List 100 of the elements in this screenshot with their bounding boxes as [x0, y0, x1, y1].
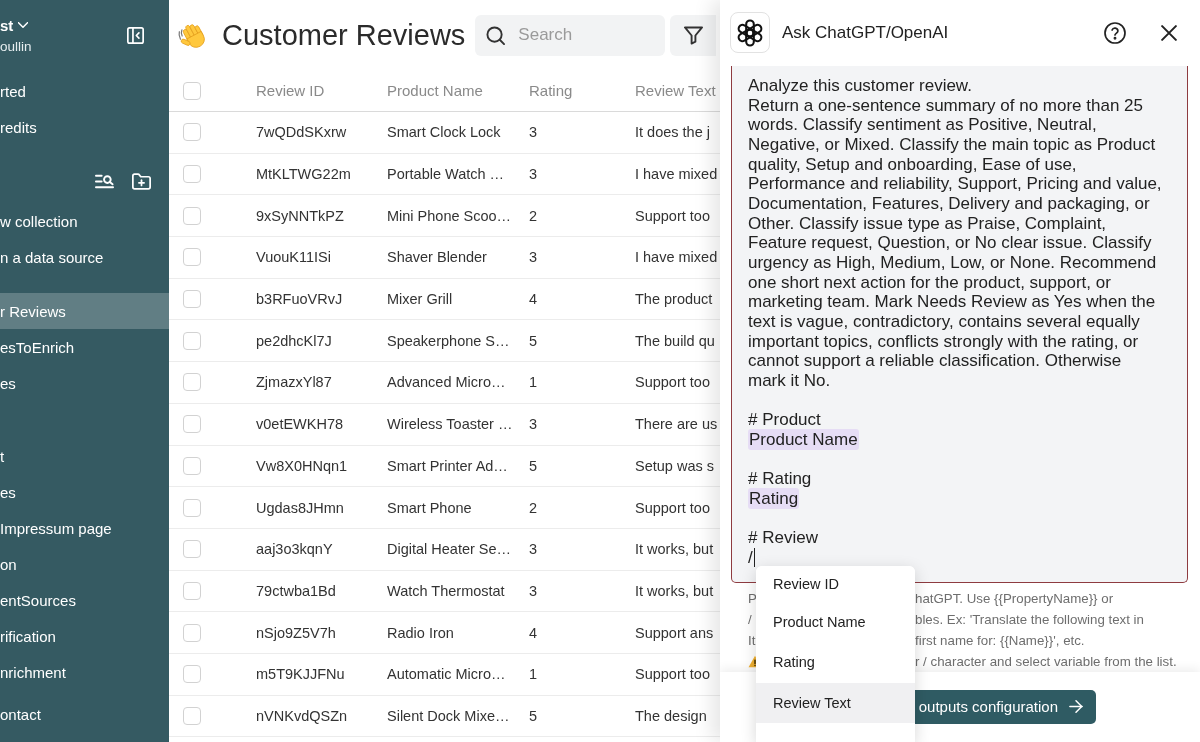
list-search-icon[interactable]: [95, 172, 114, 190]
search-field[interactable]: Search: [475, 14, 666, 56]
nav-item[interactable]: rification: [0, 618, 169, 654]
nav-item[interactable]: w collection: [0, 203, 169, 239]
table-cell: I have mixed: [635, 166, 719, 183]
nav-item[interactable]: redits: [0, 109, 169, 145]
column-header: Review ID: [256, 82, 326, 99]
table-cell-text: 3: [529, 124, 539, 141]
table-cell-text: It works, but: [635, 582, 715, 599]
checkbox[interactable]: [183, 623, 201, 642]
nav-item[interactable]: es: [0, 365, 169, 401]
table-cell-text: Setup was s: [635, 457, 715, 474]
column-header: Review Text: [635, 82, 717, 99]
table-cell-text: Advanced Micro…: [387, 374, 507, 391]
table-cell: I have mixed: [635, 249, 719, 266]
close-icon[interactable]: [1161, 24, 1177, 41]
table-cell-text: 3: [529, 416, 539, 433]
checkbox[interactable]: [183, 498, 201, 517]
prompt-heading: # Review: [748, 528, 818, 548]
helper-text: It: [748, 633, 756, 648]
panel-title: Ask ChatGPT/OpenAI: [782, 22, 949, 43]
table-cell-text: Mixer Grill: [387, 291, 454, 308]
checkbox[interactable]: [183, 290, 201, 309]
table-cell-text: Support too: [635, 207, 711, 224]
checkbox[interactable]: [183, 373, 201, 392]
table-cell-text: 3: [529, 582, 539, 599]
table-cell-text: Support ans: [635, 624, 715, 641]
table-cell-text: Support too: [635, 374, 711, 391]
nav-item[interactable]: entSources: [0, 582, 169, 618]
nav-item[interactable]: ontact: [0, 696, 169, 732]
table-cell-text: 2: [529, 207, 539, 224]
menu-item[interactable]: Review Text: [756, 682, 915, 723]
checkbox[interactable]: [183, 540, 201, 559]
table-cell-text: Shaver Blender: [387, 249, 488, 266]
nav-item[interactable]: es: [0, 474, 169, 510]
table-cell-text: Smart Clock Lock: [387, 124, 502, 141]
table-cell-text: The build qu: [635, 332, 716, 349]
table-cell-text: Automatic Micro…: [387, 666, 507, 683]
checkbox[interactable]: [183, 165, 201, 184]
nav-item[interactable]: t: [0, 438, 169, 474]
variable-tag: Rating: [748, 488, 800, 510]
checkbox[interactable]: [183, 706, 201, 725]
table-cell-text: It does the j: [635, 124, 711, 141]
helper-text: P: [748, 591, 757, 606]
table-cell-text: aaj3o3kqnY: [256, 541, 334, 558]
prompt-text: Analyze this customer review. Return a one-sentence summary of no more than 25 words. Classify sentiment as Positive, Neutral, Negative, or Mixed. Classify the main topic as Product quality, Setup and onboarding, Ease of use, Performance and reliability, Support, Pricing and value, Documentation, Features, Delivery and packaging, or Other. Classify issue type as Praise, Complaint, Feature request, Question, or No clear issue. Classify urgency as High, Medium, Low, or None. Recommend one short next action for the product, support, or marketing team. Mark Needs Review as Yes when the text is vague, contradictory, contains several equally important topics, conflicts strongly with the rating, or cannot support a reliable classification. Otherwise mark it No.: [748, 76, 1163, 391]
table-cell-text: 2: [529, 499, 539, 516]
table-cell-text: Vw8X0HNqn1: [256, 457, 349, 474]
chevron-down-icon: [18, 22, 29, 28]
nav-item[interactable]: rted: [0, 73, 169, 109]
table-cell-text: Silent Dock Mixe…: [387, 707, 511, 724]
prompt-heading: # Product: [748, 410, 821, 430]
nav-item[interactable]: r Reviews: [0, 293, 169, 329]
table-cell-text: Mini Phone Scoo…: [387, 207, 513, 224]
table-cell-text: Digital Heater Se…: [387, 541, 513, 558]
checkbox[interactable]: [183, 331, 201, 350]
nav-item[interactable]: Impressum page: [0, 510, 169, 546]
table-cell-text: Support too: [635, 499, 711, 516]
filter-icon: [684, 25, 704, 45]
table-cell-text: The design: [635, 707, 708, 724]
table-cell-text: It works, but: [635, 541, 715, 558]
menu-item[interactable]: Product Name: [756, 601, 915, 642]
table-cell-text: Wireless Toaster …: [387, 416, 514, 433]
table-cell-text: 7wQDdSKxrw: [256, 124, 348, 141]
checkbox[interactable]: [183, 665, 201, 684]
prompt-text: /: [748, 547, 753, 568]
checkbox[interactable]: [183, 248, 201, 267]
help-icon[interactable]: [1104, 21, 1126, 44]
table-cell-text: 79ctwba1Bd: [256, 582, 337, 599]
checkbox[interactable]: [183, 456, 201, 475]
table-cell-text: Smart Phone: [387, 499, 473, 516]
helper-text: first name for: {{Name}}', etc.: [915, 633, 1085, 648]
checkbox[interactable]: [183, 81, 201, 100]
filter-button[interactable]: [670, 14, 717, 56]
text-cursor-icon: [753, 547, 756, 567]
table-cell-text: v0etEWKH78: [256, 416, 345, 433]
nav-item[interactable]: n a data source: [0, 239, 169, 275]
table-cell-text: pe2dhcKl7J: [256, 332, 333, 349]
folder-plus-icon[interactable]: [132, 172, 151, 190]
account-menu-button[interactable]: st: [0, 14, 29, 36]
table-cell-text: 1: [529, 374, 539, 391]
table-cell-text: nVNKvdQSZn: [256, 707, 349, 724]
menu-item[interactable]: Review ID: [756, 566, 915, 602]
checkbox[interactable]: [183, 581, 201, 600]
sidebar-collapse-icon[interactable]: [127, 27, 144, 44]
table-cell-text: Watch Thermostat: [387, 582, 506, 599]
table-cell-text: 4: [529, 291, 539, 308]
column-header: Product Name: [387, 82, 484, 99]
nav-item[interactable]: esToEnrich: [0, 329, 169, 365]
menu-item[interactable]: Rating: [756, 642, 915, 683]
table-cell-text: MtKLTWG22m: [256, 166, 352, 183]
checkbox[interactable]: [183, 123, 201, 142]
nav-item[interactable]: on: [0, 546, 169, 582]
checkbox[interactable]: [183, 415, 201, 434]
checkbox[interactable]: [183, 206, 201, 225]
nav-item[interactable]: nrichment: [0, 654, 169, 690]
table-cell: There are us: [635, 416, 719, 433]
table-cell-text: Support too: [635, 666, 711, 683]
table-cell-text: VuouK11ISi: [256, 249, 332, 266]
arrow-right-icon: [1069, 700, 1083, 713]
